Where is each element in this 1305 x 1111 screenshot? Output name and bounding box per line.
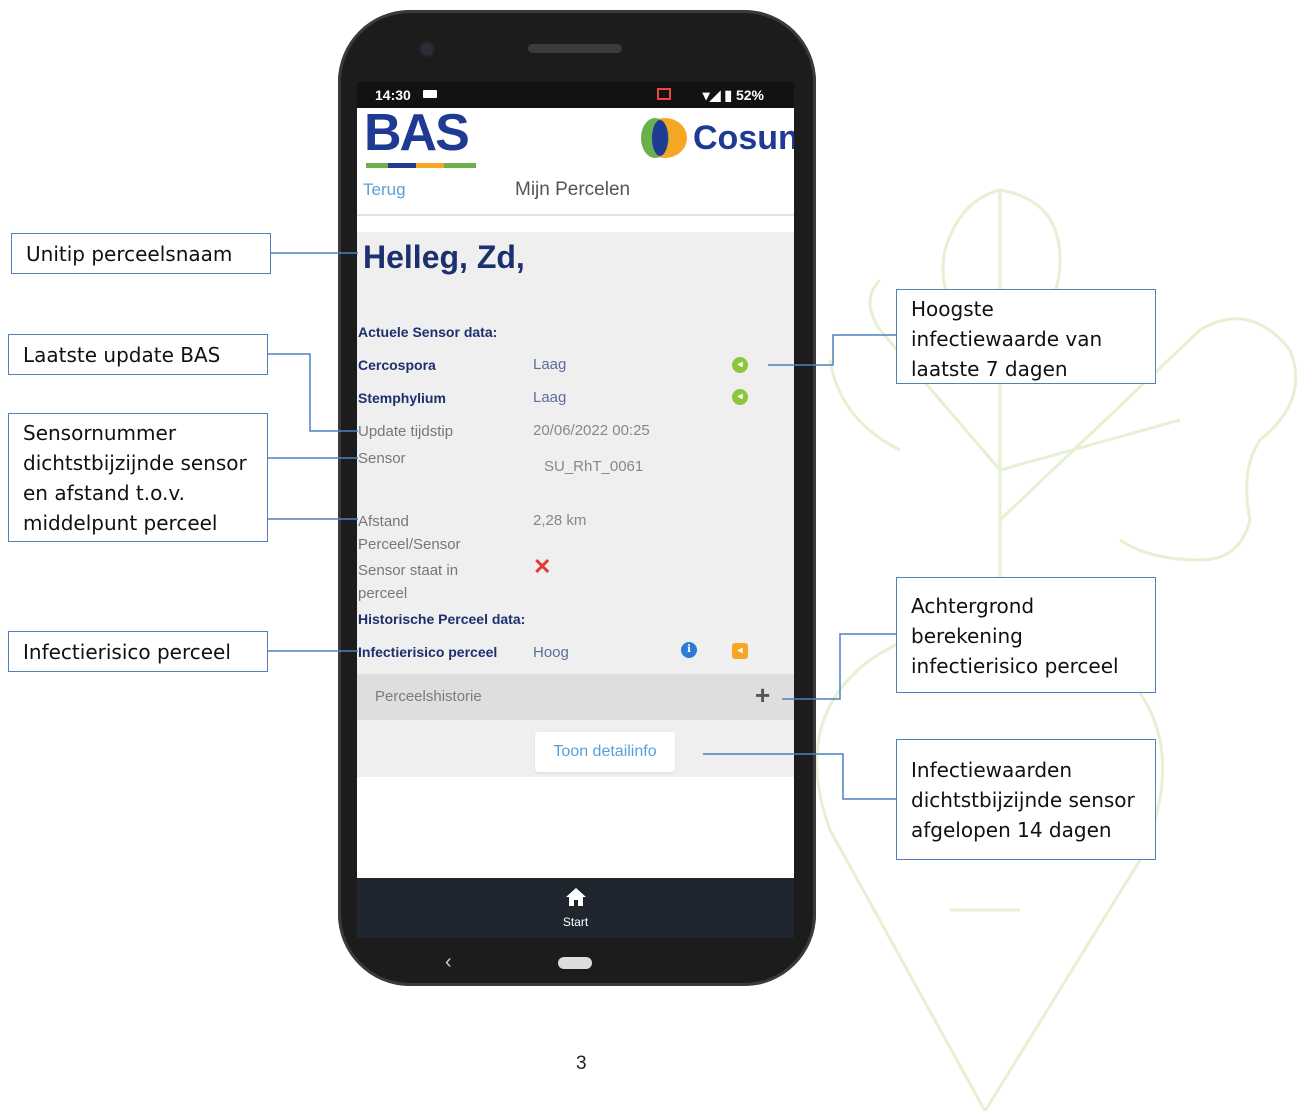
stemphylium-value: Laag [533,389,567,406]
battery-level: ▾◢ ▮ 52% [703,87,764,104]
callout-last-update-text: Laatste update BAS [23,343,221,367]
distance-value: 2,28 km [533,512,587,529]
callout-sensor-line-3: en afstand t.o.v. [23,481,185,505]
cosun-logo-mark [641,118,687,158]
callout-values-line-3: afgelopen 14 dagen [911,818,1112,842]
distance-label-1: Afstand [358,513,409,530]
status-time: 14:30 [375,87,411,103]
show-detail-button[interactable]: Toon detailinfo [535,732,675,772]
cercospora-status-icon[interactable]: ◂ [732,357,748,373]
distance-label-2: Perceel/Sensor [358,536,461,553]
in-parcel-label-1: Sensor staat in [358,562,459,579]
update-time-label: Update tijdstip [358,423,454,440]
parcel-name: Helleg, Zd, [363,239,525,275]
info-icon[interactable]: i [681,642,697,658]
front-camera [421,43,433,55]
system-home-pill[interactable] [558,957,592,969]
bas-logo: BAS [364,104,470,162]
page-number: 3 [576,1053,587,1074]
cercospora-label: Cercospora [358,357,436,373]
stemphylium-status-icon[interactable]: ◂ [732,389,748,405]
callout-sensor-line-4: middelpunt perceel [23,511,218,535]
wifi-icon: ▾◢ [702,87,721,103]
callout-sensor-line-1: Sensornummer [23,421,177,445]
stemphylium-label: Stemphylium [358,390,446,406]
history-heading: Historische Perceel data: [358,611,526,627]
callout-highest-line-2: infectiewaarde van [911,327,1103,351]
update-time-value: 20/06/2022 00:25 [533,422,650,439]
sensor-label: Sensor [358,450,406,467]
parcel-panel: Helleg, Zd, Actuele Sensor data: Cercosp… [357,232,794,777]
plus-icon[interactable]: + [755,680,770,711]
show-detail-label: Toon detailinfo [553,743,657,760]
callout-values: Infectiewaarden dichtstbijzijnde sensor … [896,739,1156,860]
phone-screen: 14:30 ▾◢ ▮ 52% BAS Cosun Terug Mijn Perc… [357,82,794,938]
risk-value: Hoog [533,644,569,661]
callout-background-line-1: Achtergrond [911,594,1035,618]
nav-bar: Terug Mijn Percelen [357,168,794,216]
battery-icon: ▮ [724,87,733,103]
red-cross-icon: ✕ [533,554,552,579]
battery-percent: 52% [735,87,764,103]
start-label[interactable]: Start [357,915,794,929]
callout-values-line-1: Infectiewaarden [911,758,1073,782]
in-parcel-label-2: perceel [358,585,408,602]
callout-highest-line-3: laatste 7 dagen [911,357,1068,381]
callout-background: Achtergrond berekening infectierisico pe… [896,577,1156,693]
home-icon[interactable] [565,886,587,908]
callout-last-update: Laatste update BAS [8,334,268,375]
system-back-icon[interactable]: ‹ [445,951,452,974]
risk-status-icon[interactable]: ◂ [732,643,748,659]
app-header: BAS Cosun [357,104,794,169]
callout-parcel-name: Unitip perceelsnaam [11,233,271,274]
bas-logo-stripes [366,156,476,169]
risk-label: Infectierisico perceel [358,644,498,660]
callout-parcel-name-text: Unitip perceelsnaam [26,242,233,266]
phone-speaker [528,44,622,53]
cosun-logo-text: Cosun [693,119,794,157]
callout-values-line-2: dichtstbijzijnde sensor [911,788,1135,812]
sensor-value: SU_RhT_0061 [544,458,644,475]
callout-highest-value: Hoogste infectiewaarde van laatste 7 dag… [896,289,1156,384]
callout-sensor-number: Sensornummer dichtstbijzijnde sensor en … [8,413,268,542]
parcel-history-label: Perceelshistorie [375,688,482,705]
callout-sensor-line-2: dichtstbijzijnde sensor [23,451,247,475]
bottom-nav: Start [357,878,794,938]
callout-risk-text: Infectierisico perceel [23,640,231,664]
cast-icon [657,88,671,100]
callout-risk: Infectierisico perceel [8,631,268,672]
sensor-data-heading: Actuele Sensor data: [358,324,498,340]
callout-highest-line-1: Hoogste [911,297,994,321]
notification-icon [423,90,437,98]
cercospora-value: Laag [533,356,567,373]
parcel-history-accordion[interactable]: Perceelshistorie + [357,674,794,720]
callout-background-line-2: berekening [911,624,1023,648]
callout-background-line-3: infectierisico perceel [911,654,1119,678]
page-title: Mijn Percelen [515,179,631,200]
back-link[interactable]: Terug [363,180,406,200]
